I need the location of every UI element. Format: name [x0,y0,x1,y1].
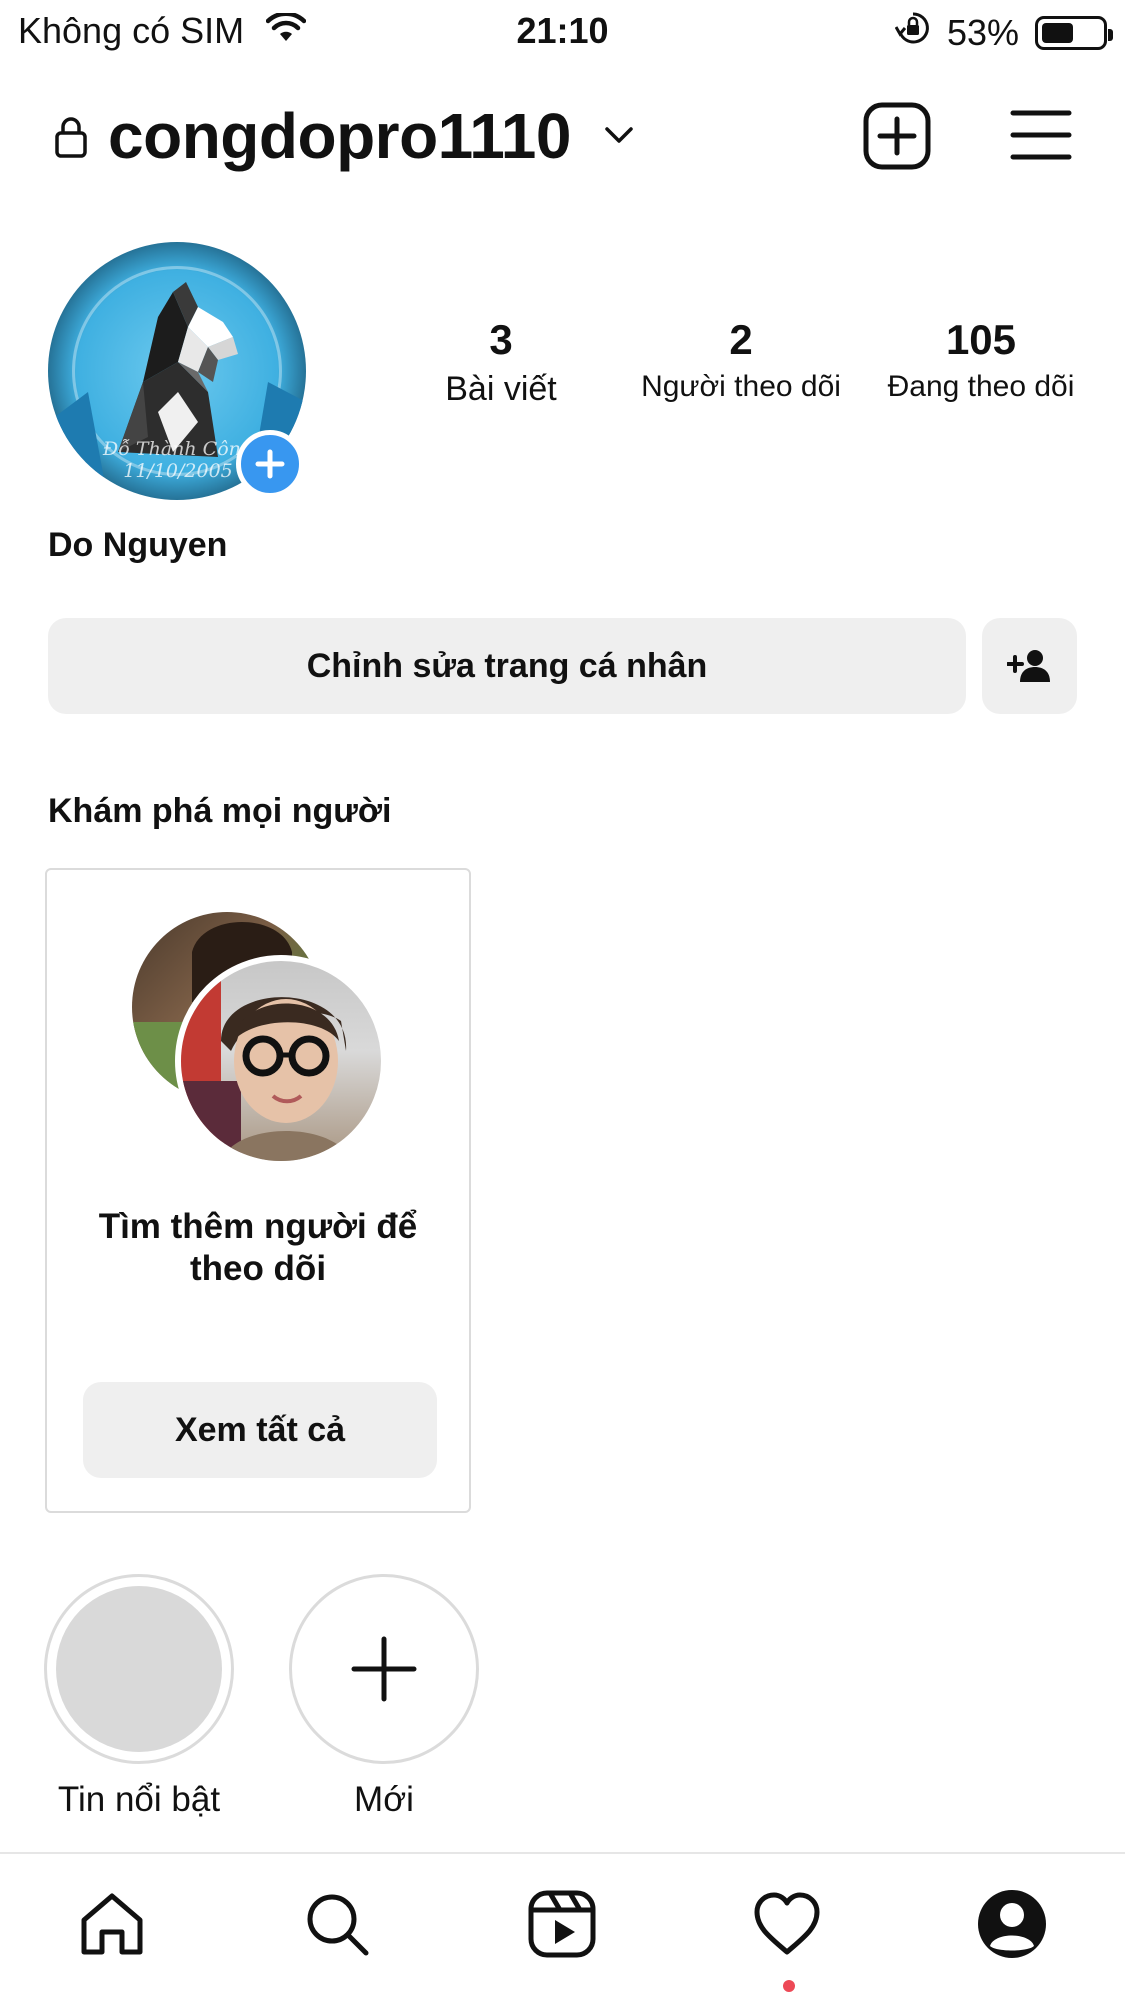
home-icon [81,1893,143,1955]
stat-following[interactable]: 105 Đang theo dõi [866,316,1096,404]
profile-icon [978,1890,1046,1958]
plus-icon [255,449,285,479]
avatar-caption-name: Đỗ Thành Công [102,438,254,460]
tab-home[interactable] [72,1884,152,1964]
display-name: Do Nguyen [48,526,228,564]
tab-search[interactable] [297,1884,377,1964]
discover-people-title: Khám phá mọi người [48,792,392,830]
lock-icon [54,115,88,164]
hamburger-menu-icon[interactable] [1010,109,1072,166]
new-post-icon[interactable] [862,101,932,176]
search-icon [307,1894,369,1956]
tab-activity[interactable] [747,1884,827,1964]
stat-followers-label: Người theo dõi [641,370,841,403]
notification-dot [783,1980,795,1992]
battery-percent: 53% [946,11,1019,53]
tab-profile[interactable] [972,1884,1052,1964]
highlight-item[interactable]: Tin nổi bật [42,1574,236,1820]
reels-icon [528,1890,596,1958]
rotation-lock-icon [894,10,931,55]
stat-posts[interactable]: 3 Bài viết [386,316,616,409]
status-right: 53% [894,10,1113,55]
add-person-icon [1006,650,1050,682]
avatar-caption-date: 11/10/2005 [123,460,233,482]
tab-reels[interactable] [522,1884,602,1964]
account-username[interactable]: congdopro1110 [108,99,571,173]
status-bar: Không có SIM 21:10 53% [0,0,1125,64]
stat-followers[interactable]: 2 Người theo dõi [626,316,856,404]
stat-posts-label: Bài viết [445,370,557,408]
chevron-down-icon[interactable] [604,125,634,150]
new-highlight-item[interactable]: Mới [287,1574,481,1820]
battery-fill [1042,22,1073,43]
discover-card: Tìm thêm người để theo dõi Xem tất cả [45,868,471,1513]
profile-header: congdopro1110 [0,95,1125,185]
see-all-button[interactable]: Xem tất cả [83,1382,437,1478]
discover-people-button[interactable] [982,618,1077,714]
stat-following-value: 105 [945,316,1017,363]
edit-profile-button[interactable]: Chỉnh sửa trang cá nhân [48,618,966,714]
discover-card-text: Tìm thêm người để theo dõi [98,1207,418,1288]
new-highlight-circle [289,1574,479,1764]
highlight-label: Tin nổi bật [57,1780,221,1819]
add-story-button[interactable] [236,430,304,498]
heart-icon [754,1892,820,1955]
plus-icon [351,1636,417,1702]
bottom-tab-bar [0,1852,1125,2001]
suggested-user-avatar-front [175,955,387,1167]
stat-followers-value: 2 [729,316,753,363]
battery-icon [1035,15,1113,50]
highlight-circle [44,1574,234,1764]
new-highlight-label: Mới [354,1780,414,1819]
highlight-placeholder [56,1586,222,1752]
stat-posts-value: 3 [489,316,513,363]
stat-following-label: Đang theo dõi [887,370,1075,403]
